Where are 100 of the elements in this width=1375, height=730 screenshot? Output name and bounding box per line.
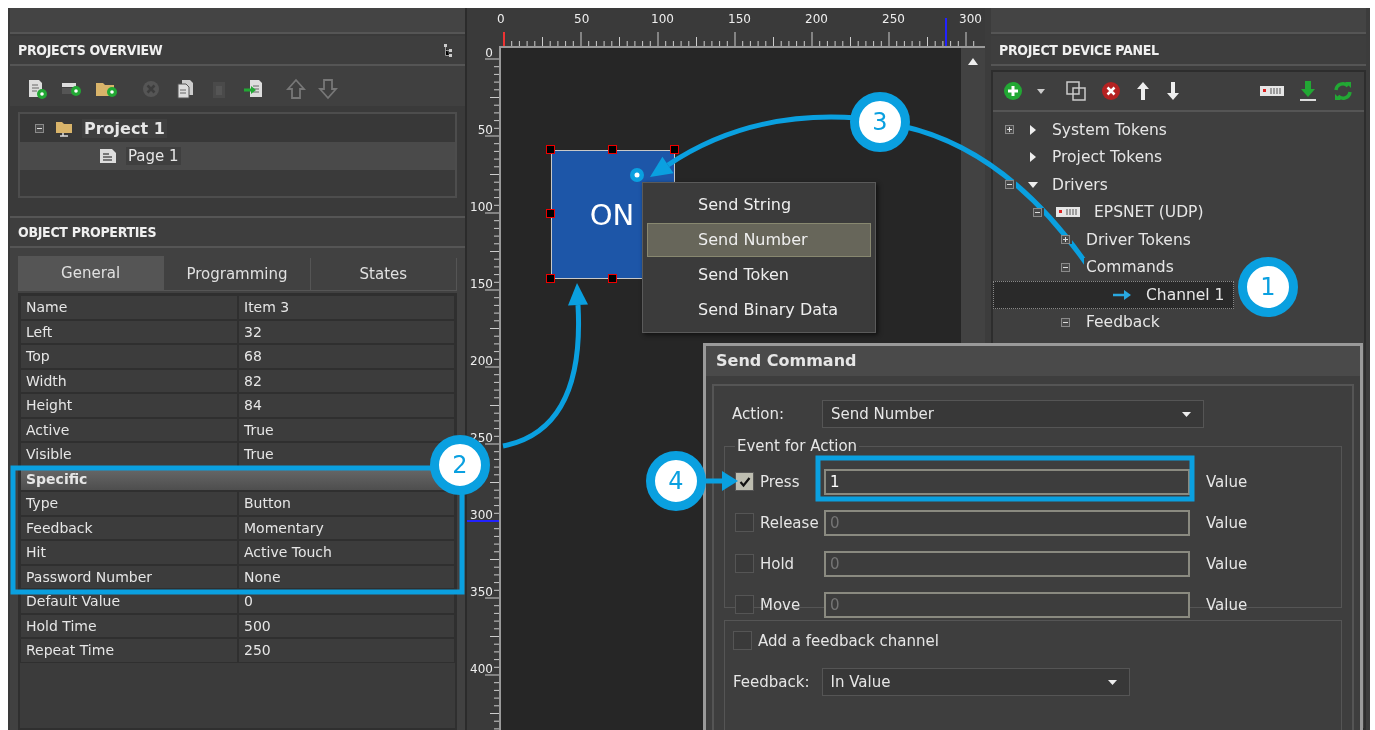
property-name: Feedback (26, 519, 93, 536)
add-page-icon[interactable] (26, 78, 48, 100)
tree-item[interactable]: System Tokens (993, 116, 1364, 144)
tree-item[interactable]: Driver Tokens (993, 226, 1364, 254)
resize-handle[interactable] (608, 274, 617, 283)
tab[interactable]: Programming (164, 258, 311, 290)
add-icon[interactable] (1003, 81, 1023, 101)
panel-title: OBJECT PROPERTIES (18, 224, 157, 240)
property-value[interactable]: None (244, 568, 281, 585)
menu-item[interactable]: Send Number (647, 223, 871, 257)
value-field[interactable]: 1 (824, 468, 1190, 495)
field-label: Action: (732, 405, 786, 423)
panel-title: PROJECT DEVICE PANEL (999, 42, 1159, 58)
group-header: Specific (26, 470, 88, 487)
property-name: Left (26, 323, 53, 340)
resize-handle[interactable] (546, 145, 555, 154)
property-name: Name (26, 299, 68, 315)
ruler-label: 0 (497, 12, 505, 26)
ruler-label: 300 (959, 12, 982, 26)
duplicate-icon[interactable] (1065, 80, 1087, 102)
resize-handle[interactable] (608, 145, 617, 154)
tree-item[interactable]: Channel 1 (993, 281, 1234, 309)
field-label: Value (1206, 595, 1248, 614)
ruler-label: 300 (469, 508, 493, 522)
tab[interactable]: General (18, 256, 165, 290)
panel-title: PROJECTS OVERVIEW (18, 42, 163, 58)
ruler-label: 50 (476, 123, 493, 137)
resize-handle[interactable] (546, 274, 555, 283)
property-name: Type (26, 495, 59, 511)
tab[interactable]: States (310, 258, 457, 290)
property-value[interactable]: True (244, 421, 274, 438)
field-label: Feedback: (733, 673, 810, 691)
expand-toggle[interactable] (1002, 125, 1016, 135)
checkbox-label: Release (760, 513, 820, 532)
feedback-dropdown[interactable]: In Value (821, 668, 1130, 696)
property-value[interactable]: 68 (244, 348, 262, 364)
property-value[interactable]: 500 (244, 617, 271, 634)
dialog-title: Send Command (706, 346, 1360, 376)
scroll-up-icon[interactable] (968, 58, 978, 65)
field-label: Value (1206, 554, 1248, 573)
expand-toggle[interactable] (1058, 235, 1072, 245)
caret-icon (1182, 411, 1191, 417)
property-value[interactable]: 84 (244, 397, 262, 413)
delete-icon[interactable] (1101, 81, 1121, 101)
ruler-label: 200 (469, 354, 493, 368)
property-name: Height (26, 397, 73, 413)
checkbox[interactable] (735, 554, 754, 573)
property-name: Repeat Time (26, 642, 114, 658)
property-value[interactable]: 0 (244, 593, 253, 609)
ruler-label: 350 (469, 585, 493, 599)
collapse-toggle[interactable] (1058, 317, 1072, 327)
action-dropdown[interactable]: Send Number (822, 400, 1204, 428)
import-page-icon[interactable] (242, 78, 264, 100)
resize-handle[interactable] (670, 145, 679, 154)
refresh-icon[interactable] (1332, 80, 1354, 102)
field-label: Value (1206, 472, 1248, 491)
download-icon[interactable] (1298, 80, 1318, 102)
anchor-dot (630, 168, 644, 182)
menu-item[interactable]: Send Binary Data (647, 293, 871, 327)
field-label: Value (1206, 513, 1248, 532)
checkbox-label: Move (760, 595, 802, 614)
ruler-label: 250 (882, 12, 905, 26)
caret-icon[interactable] (1037, 88, 1045, 94)
checkbox[interactable] (735, 513, 754, 532)
collapse-toggle[interactable] (1030, 207, 1044, 217)
property-value[interactable]: Item 3 (244, 299, 290, 315)
tree-item[interactable]: Page 1 (20, 142, 455, 170)
property-value[interactable]: Button (244, 495, 291, 511)
ruler-label: 0 (484, 46, 493, 60)
tree-item[interactable]: Drivers (993, 171, 1364, 199)
move-up-icon[interactable] (1135, 81, 1151, 101)
property-name: Top (26, 348, 50, 364)
property-name: Active (26, 421, 70, 438)
ruler-label: 100 (469, 200, 493, 214)
page-icon (98, 147, 118, 165)
property-value[interactable]: 32 (244, 323, 262, 340)
tree-view-icon[interactable] (443, 43, 453, 57)
move-down-icon[interactable] (1165, 81, 1181, 101)
checkbox-label: Hold (760, 554, 796, 573)
resize-handle[interactable] (546, 209, 555, 218)
copy-icon[interactable] (174, 78, 196, 100)
collapse-toggle[interactable] (1002, 180, 1016, 190)
collapse-toggle[interactable] (1058, 262, 1072, 272)
checkbox[interactable] (733, 631, 752, 650)
property-value[interactable]: 82 (244, 372, 262, 389)
device-icon (1056, 207, 1080, 218)
device-icon[interactable] (1260, 86, 1284, 96)
checkbox[interactable] (735, 595, 754, 614)
collapse-toggle[interactable] (32, 123, 46, 133)
property-name: Hit (26, 544, 46, 560)
property-name: Visible (26, 446, 72, 462)
property-value[interactable]: True (244, 446, 274, 462)
property-name: Default Value (26, 593, 121, 609)
tree-item[interactable]: EPSNET (UDP) (993, 198, 1364, 226)
property-name: Password Number (26, 568, 153, 585)
ruler-label: 100 (651, 12, 674, 26)
property-value[interactable]: 250 (244, 642, 271, 658)
checkbox[interactable] (735, 472, 754, 491)
tree-item[interactable]: Project Tokens (993, 143, 1364, 171)
ruler-label: 150 (728, 12, 751, 26)
